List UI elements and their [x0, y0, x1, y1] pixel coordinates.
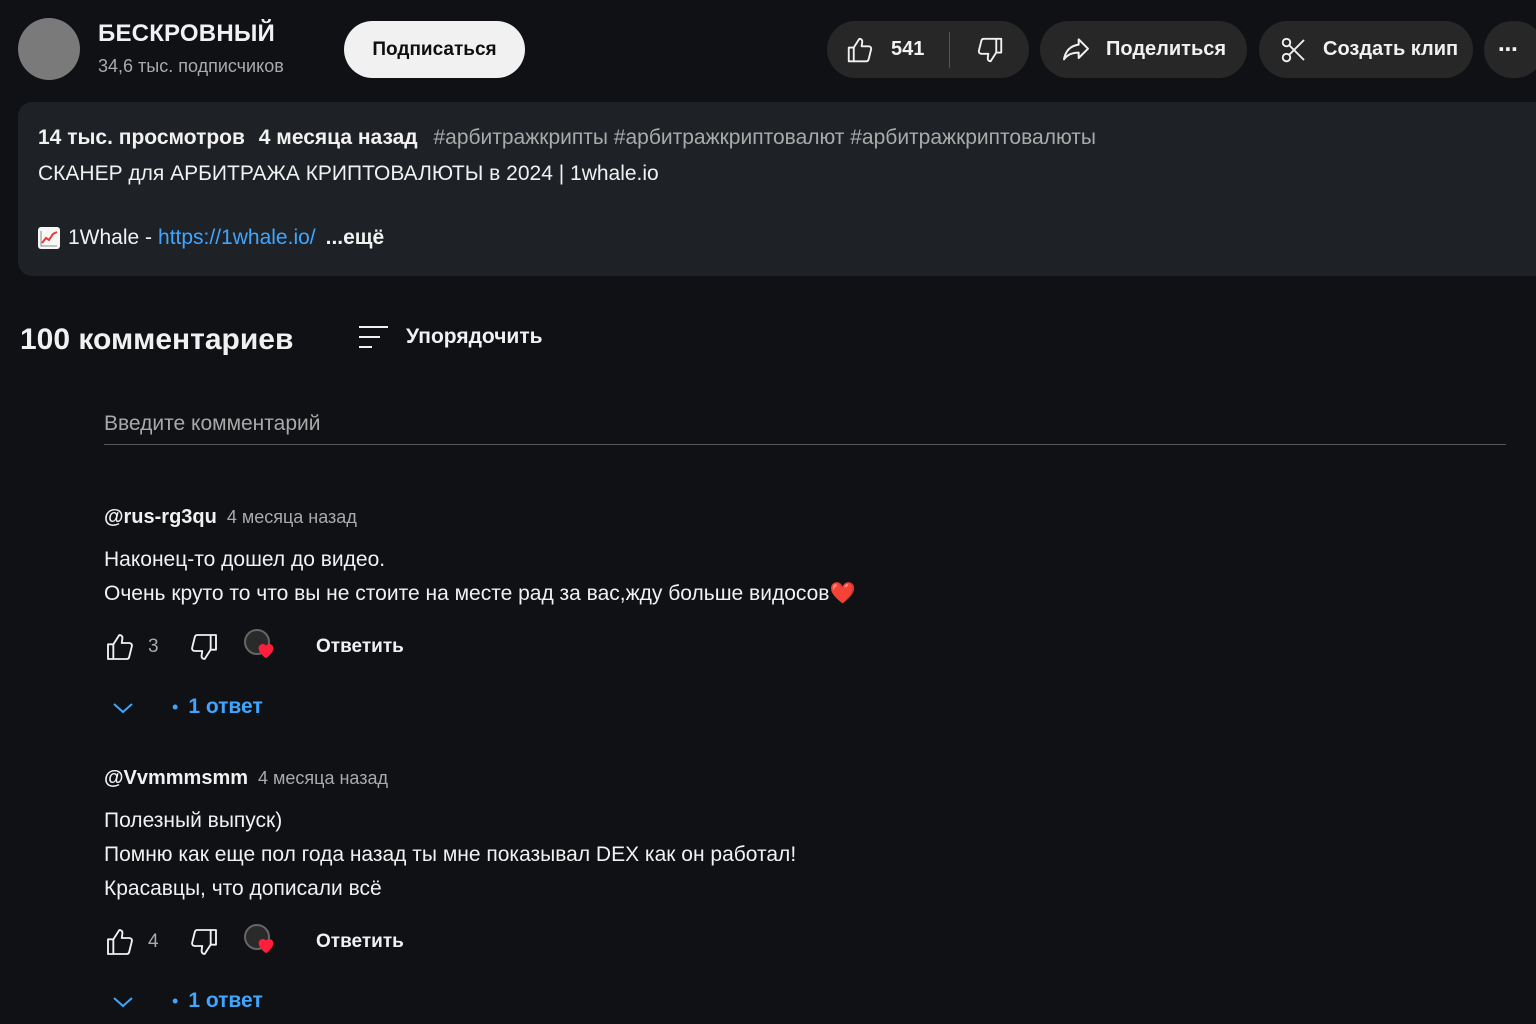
comment-line-text: Очень круто то что вы не стоите на месте…: [104, 582, 830, 605]
comment-item: @rus-rg3qu 4 месяца назад Наконец-то дош…: [104, 506, 1504, 611]
comment-text: Полезный выпуск) Помню как еще пол года …: [104, 804, 1504, 906]
show-replies-button[interactable]: • 1 ответ: [104, 981, 263, 1021]
show-more-button[interactable]: ...ещё: [326, 226, 385, 250]
chart-increasing-icon: [38, 227, 60, 249]
thumbs-up-icon[interactable]: [104, 631, 136, 663]
comment-item: @Vvmmmsmm 4 месяца назад Полезный выпуск…: [104, 767, 1504, 906]
create-clip-button[interactable]: Создать клип: [1259, 21, 1473, 78]
scissors-icon: [1281, 37, 1305, 62]
bullet-dot: •: [172, 990, 179, 1011]
view-count: 14 тыс. просмотров: [38, 126, 245, 149]
comment-text: Наконец-то дошел до видео. Очень круто т…: [104, 543, 1504, 611]
comment-time[interactable]: 4 месяца назад: [258, 768, 388, 789]
thumbs-down-icon[interactable]: [188, 926, 220, 958]
clip-label: Создать клип: [1323, 38, 1459, 60]
comment-like-count: 3: [148, 636, 159, 657]
more-actions-button[interactable]: ⋯: [1484, 21, 1536, 78]
show-replies-button[interactable]: • 1 ответ: [104, 687, 263, 727]
sort-comments-button[interactable]: Упорядочить: [356, 322, 543, 352]
description-meta: 14 тыс. просмотров 4 месяца назад #арбит…: [38, 126, 1528, 150]
like-button[interactable]: 541: [827, 21, 949, 78]
comment-actions: 3 Ответить: [104, 627, 404, 667]
thumbs-down-icon: [977, 37, 1002, 62]
comment-time[interactable]: 4 месяца назад: [227, 507, 357, 528]
comment-line: Очень круто то что вы не стоите на месте…: [104, 577, 1504, 611]
reply-button[interactable]: Ответить: [316, 931, 404, 953]
comment-author[interactable]: @Vvmmmsmm: [104, 767, 248, 790]
like-count: 541: [891, 38, 925, 60]
comment-author[interactable]: @rus-rg3qu: [104, 506, 217, 529]
comment-actions: 4 Ответить: [104, 922, 404, 962]
description-link-line: 1Whale - https://1whale.io/ ...ещё: [38, 226, 1528, 250]
comment-line: Помню как еще пол года назад ты мне пока…: [104, 843, 797, 866]
replies-count: 1 ответ: [188, 695, 263, 718]
comment-input[interactable]: [104, 403, 1506, 445]
video-description[interactable]: 14 тыс. просмотров 4 месяца назад #арбит…: [18, 102, 1536, 276]
comment-line: Полезный выпуск): [104, 809, 283, 832]
thumbs-up-icon[interactable]: [104, 926, 136, 958]
hashtags[interactable]: #арбитражкрипты #арбитражкриптовалют #ар…: [433, 126, 1095, 149]
like-dislike-group: 541: [827, 21, 1029, 78]
share-arrow-icon: [1063, 37, 1089, 60]
replies-count: 1 ответ: [188, 989, 263, 1012]
description-title: СКАНЕР для АРБИТРАЖА КРИПТОВАЛЮТЫ в 2024…: [38, 162, 659, 185]
channel-name[interactable]: БЕСКРОВНЫЙ: [98, 20, 275, 48]
comment-like-count: 4: [148, 931, 159, 952]
comments-count: 100 комментариев: [20, 323, 294, 356]
share-button[interactable]: Поделиться: [1040, 21, 1247, 78]
heart-emoji: ❤️: [829, 582, 856, 605]
share-label: Поделиться: [1106, 38, 1227, 60]
description-link[interactable]: https://1whale.io/: [158, 226, 316, 250]
thumbs-up-icon: [847, 37, 873, 62]
comment-line: Наконец-то дошел до видео.: [104, 548, 386, 571]
chevron-down-icon: [113, 703, 133, 714]
sort-label: Упорядочить: [406, 325, 543, 348]
link-prefix: 1Whale -: [68, 226, 153, 249]
channel-avatar[interactable]: [18, 18, 80, 80]
more-horizontal-icon: ⋯: [1498, 39, 1518, 61]
upload-date: 4 месяца назад: [258, 126, 418, 149]
bullet-dot: •: [172, 696, 179, 717]
comment-line: Красавцы, что дописали всё: [104, 877, 382, 900]
chevron-down-icon: [113, 997, 133, 1008]
subscriber-count: 34,6 тыс. подписчиков: [98, 56, 284, 76]
dislike-button[interactable]: [950, 21, 1029, 78]
subscribe-button[interactable]: Подписаться: [344, 21, 525, 78]
reply-button[interactable]: Ответить: [316, 636, 404, 658]
creator-heart-icon: [242, 922, 282, 962]
creator-heart-icon: [242, 627, 282, 667]
thumbs-down-icon[interactable]: [188, 631, 220, 663]
sort-icon: [359, 326, 388, 348]
